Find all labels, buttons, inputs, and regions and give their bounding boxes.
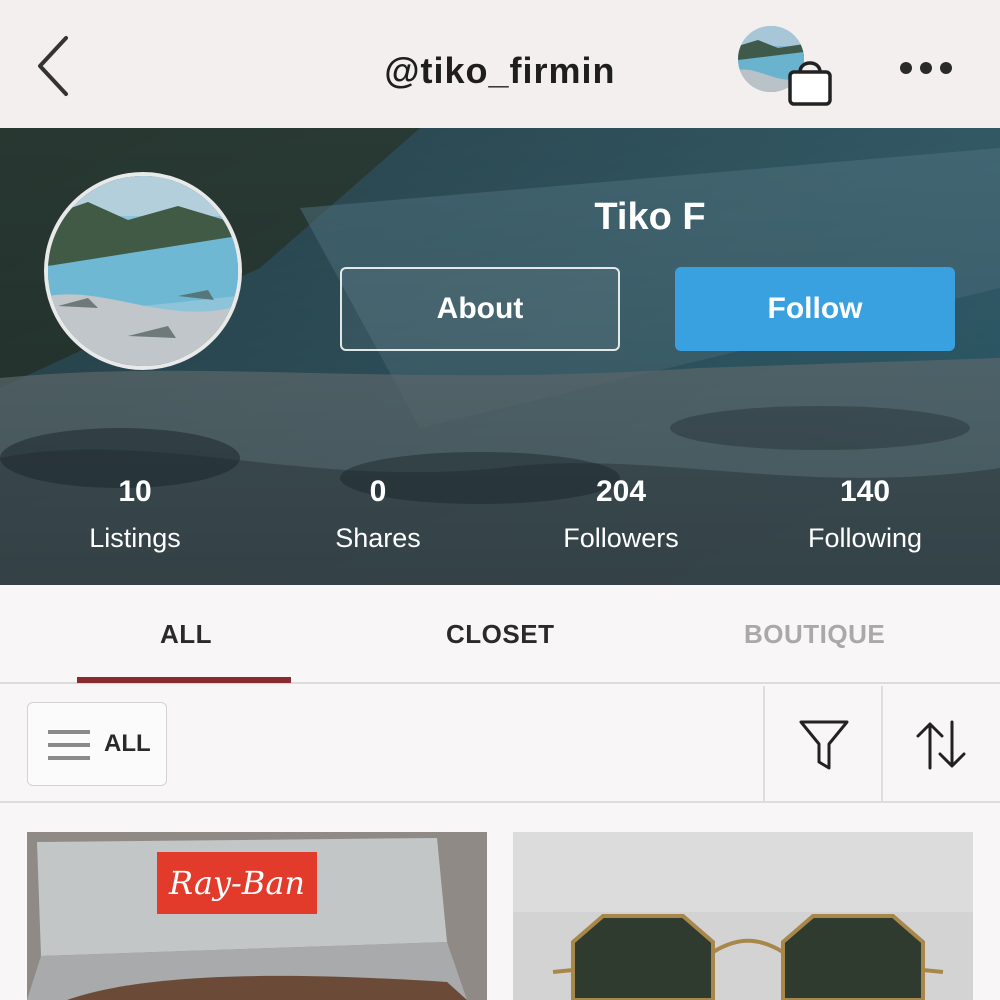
closet-tabs: ALL CLOSET BOUTIQUE [0, 587, 1000, 684]
tab-closet[interactable]: CLOSET [446, 619, 554, 650]
stat-shares[interactable]: 0 Shares [268, 474, 488, 554]
profile-handle: @tiko_firmin [384, 50, 616, 91]
profile-avatar[interactable] [44, 172, 242, 370]
divider [881, 686, 883, 802]
stat-label: Followers [563, 523, 679, 553]
menu-icon [48, 730, 90, 760]
listing-image [513, 832, 973, 1000]
shopping-bag-icon [788, 61, 832, 106]
category-filter-button[interactable]: ALL [27, 702, 167, 786]
stat-listings[interactable]: 10 Listings [25, 474, 245, 554]
stat-value: 140 [839, 475, 891, 508]
shop-button[interactable] [738, 26, 838, 108]
tab-all[interactable]: ALL [160, 619, 212, 650]
stat-following[interactable]: 140 Following [755, 474, 975, 554]
stat-value: 10 [118, 475, 152, 508]
stat-value: 204 [595, 475, 647, 508]
tab-boutique[interactable]: BOUTIQUE [744, 619, 885, 650]
sort-icon[interactable] [914, 718, 968, 772]
stat-label: Shares [335, 523, 421, 553]
listing-image: Ray-Ban [27, 832, 487, 1000]
follow-button[interactable]: Follow [675, 267, 955, 351]
divider [763, 686, 765, 802]
listing-card[interactable]: Ray-Ban [27, 832, 487, 1000]
filter-icon[interactable] [798, 718, 850, 772]
stat-value: 0 [369, 475, 387, 508]
active-tab-indicator [77, 677, 291, 683]
stat-label: Following [807, 523, 923, 553]
more-icon[interactable] [898, 58, 954, 78]
stat-label: Listings [89, 523, 181, 553]
profile-name: Tiko F [594, 196, 706, 238]
stat-followers[interactable]: 204 Followers [511, 474, 731, 554]
listing-card[interactable] [513, 832, 973, 1000]
top-bar: @tiko_firmin [0, 0, 1000, 128]
category-filter-label: ALL [104, 730, 151, 757]
about-button[interactable]: About [340, 267, 620, 351]
ray-ban-logo: Ray-Ban [168, 864, 305, 902]
